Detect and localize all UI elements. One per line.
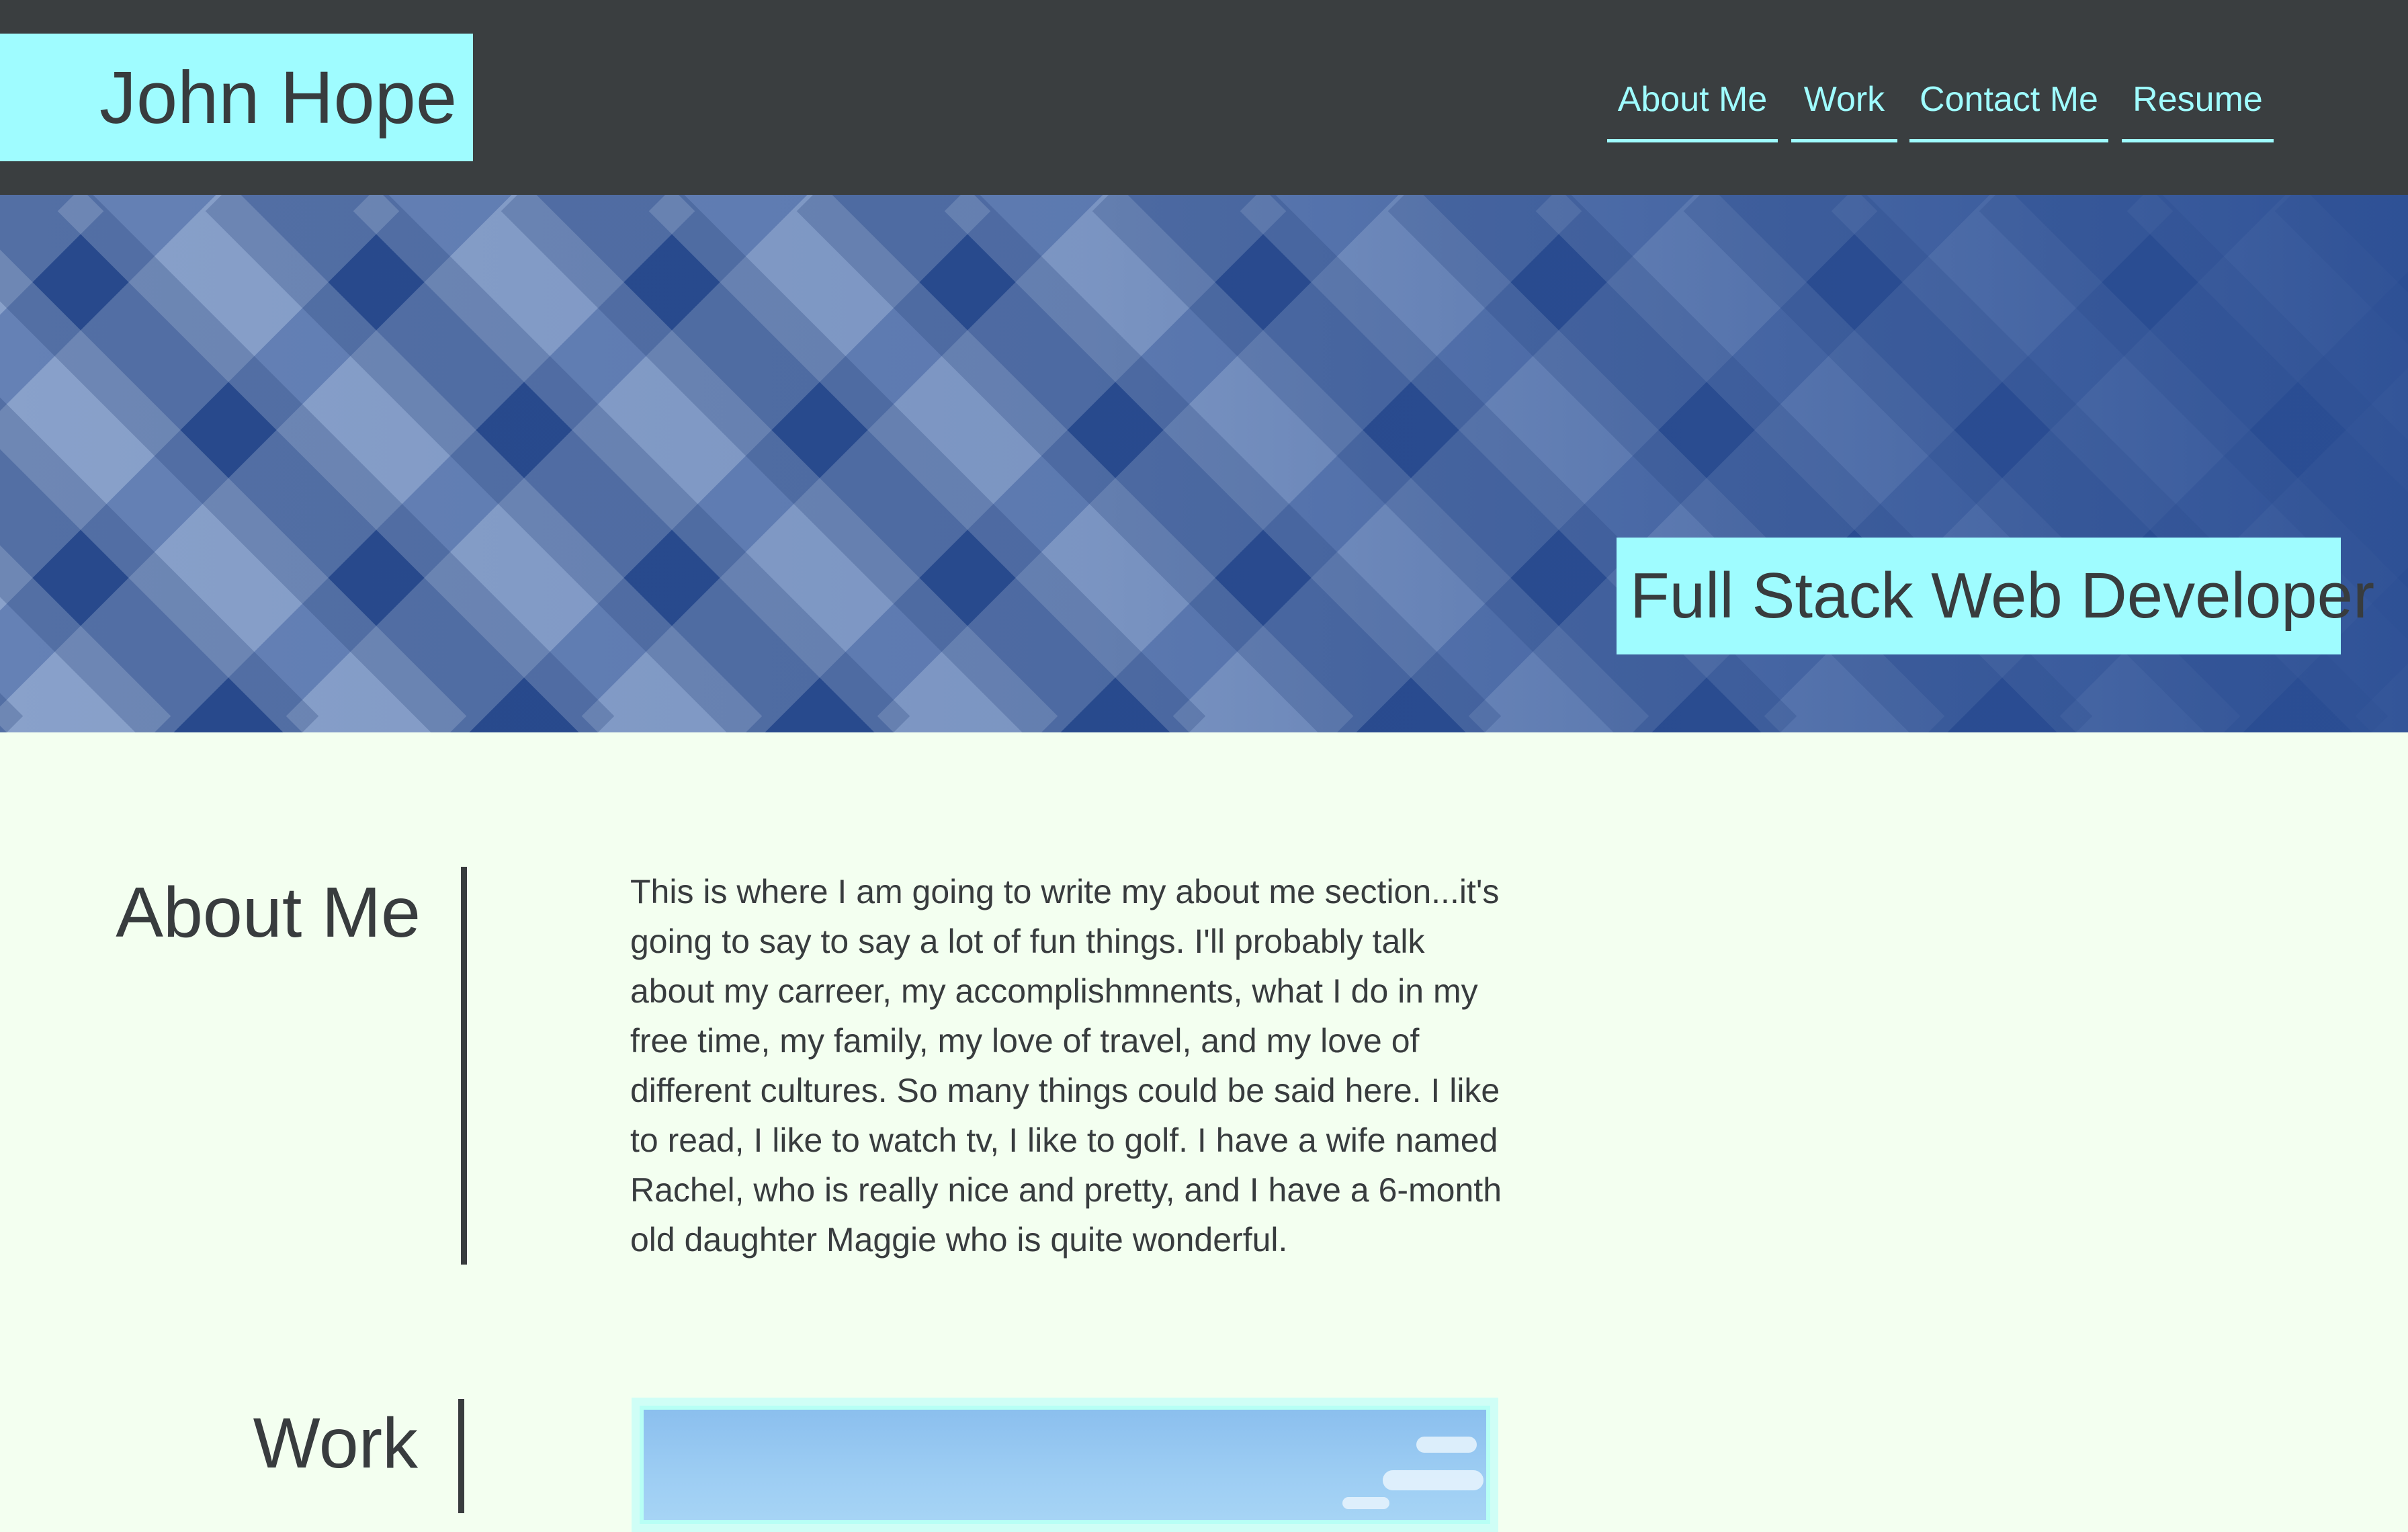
cloud-decoration [1342,1497,1389,1509]
cloud-decoration [1383,1470,1484,1490]
cloud-decoration [1416,1437,1477,1453]
work-project-image[interactable] [640,1406,1490,1524]
hero-tagline: Full Stack Web Developer [1630,560,2375,632]
tagline-box: Full Stack Web Developer [1617,538,2374,654]
site-header: John Hope About Me Work Contact Me Resum… [0,0,2408,195]
work-project-card[interactable] [632,1398,1498,1532]
nav-work[interactable]: Work [1791,73,1897,142]
work-divider [458,1399,464,1513]
about-heading: About Me [116,873,421,952]
nav-contact-me[interactable]: Contact Me [1909,73,2108,142]
site-name: John Hope [99,56,457,139]
nav-resume[interactable]: Resume [2122,73,2274,142]
work-heading: Work [253,1404,418,1483]
nav-about-me[interactable]: About Me [1607,73,1778,142]
hero-banner: Full Stack Web Developer [0,195,2408,732]
logo-box[interactable]: John Hope [0,34,473,161]
about-divider [461,867,467,1265]
about-body-text: This is where I am going to write my abo… [630,873,1502,1259]
